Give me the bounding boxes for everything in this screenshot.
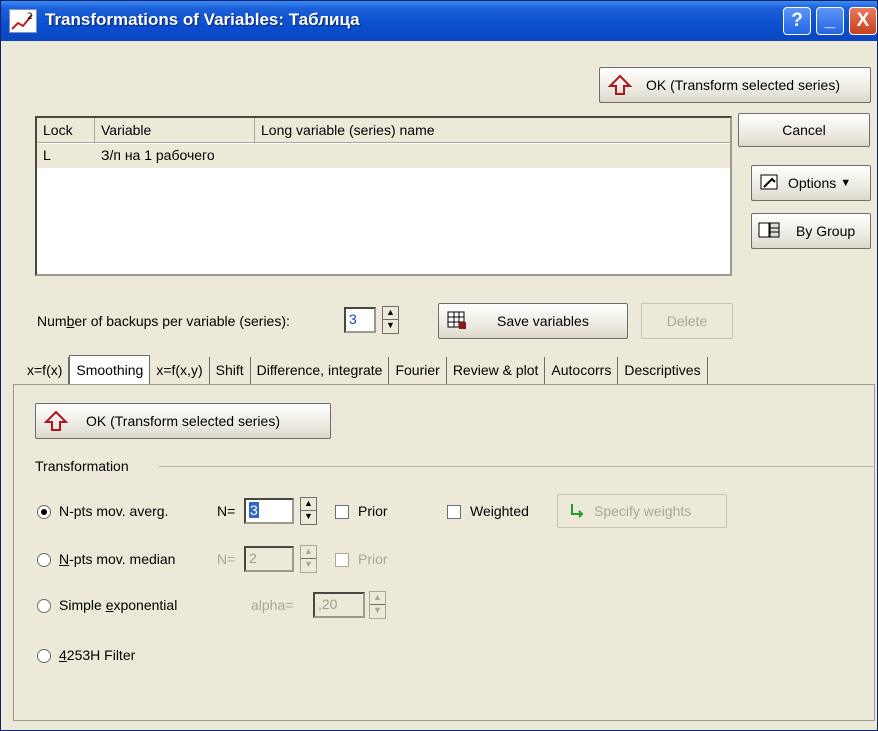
tab-fourier[interactable]: Fourier	[389, 357, 447, 385]
svg-text:2: 2	[27, 12, 33, 22]
spin-up-icon[interactable]: ▲	[301, 498, 316, 511]
list-item[interactable]: L З/п на 1 рабочего	[37, 144, 730, 168]
tab-difference-integrate[interactable]: Difference, integrate	[251, 357, 390, 385]
help-button[interactable]: ?	[783, 7, 811, 35]
radio-npts-median[interactable]	[37, 553, 51, 567]
tab-descriptives[interactable]: Descriptives	[618, 357, 708, 385]
npts-avg-spinner[interactable]: ▲ ▼	[300, 497, 317, 525]
tab-x-fx[interactable]: x=f(x)	[21, 357, 70, 385]
app-chart-icon: 2	[9, 9, 37, 33]
save-variables-label: Save variables	[497, 313, 589, 329]
npts-avg-n-label: N=	[217, 503, 236, 519]
list-item-variable: З/п на 1 рабочего	[101, 147, 215, 163]
npts-median-n-input[interactable]: 2	[244, 546, 294, 572]
prior-checkbox[interactable]	[335, 505, 349, 519]
column-header-long-name[interactable]: Long variable (series) name	[255, 118, 730, 142]
column-header-variable[interactable]: Variable	[95, 118, 255, 142]
options-label: Options	[788, 175, 837, 191]
tab-shift[interactable]: Shift	[210, 357, 251, 385]
cancel-button[interactable]: Cancel	[738, 113, 870, 147]
by-group-button[interactable]: By Group	[751, 213, 871, 249]
npts-avg-label: N-pts mov. averg.	[59, 503, 169, 519]
tab-strip: x=f(x) Smoothing x=f(x,y) Shift Differen…	[21, 355, 708, 385]
filter-4253h-label: 4253H Filter	[59, 647, 136, 663]
weighted-label: Weighted	[470, 503, 529, 519]
backups-label: Number of backups per variable (series):	[37, 313, 290, 329]
tab-autocorrs[interactable]: Autocorrs	[545, 357, 619, 385]
ok-transform-button-top[interactable]: OK (Transform selected series)	[599, 67, 871, 103]
alpha-spinner[interactable]: ▲ ▼	[369, 591, 386, 619]
window-title: Transformations of Variables: Таблица	[45, 10, 360, 29]
delete-button[interactable]: Delete	[641, 303, 733, 339]
house-arrow-icon	[43, 410, 70, 432]
npts-median-n-label: N=	[217, 551, 236, 567]
weights-arrow-icon	[568, 502, 588, 520]
npts-avg-n-input[interactable]: 3	[244, 498, 294, 524]
group-divider	[159, 466, 873, 467]
npts-median-spinner[interactable]: ▲ ▼	[300, 545, 317, 573]
spin-down-icon[interactable]: ▼	[301, 511, 316, 524]
save-variables-button[interactable]: Save variables	[438, 303, 628, 339]
spin-down-icon[interactable]: ▼	[370, 605, 385, 618]
chevron-down-icon: ▼	[840, 177, 852, 189]
alpha-input[interactable]: ,20	[313, 592, 365, 618]
alpha-label: alpha=	[251, 597, 294, 613]
by-group-icon	[758, 221, 782, 241]
npts-median-label: N-pts mov. median	[59, 551, 176, 567]
specify-weights-label: Specify weights	[594, 503, 692, 519]
save-grid-icon	[447, 311, 471, 331]
backups-spinner[interactable]: ▲ ▼	[382, 306, 399, 334]
column-header-lock[interactable]: Lock	[37, 118, 95, 142]
backups-input[interactable]: 3	[344, 307, 376, 333]
house-arrow-icon	[607, 74, 634, 96]
cancel-label: Cancel	[782, 122, 826, 138]
options-button[interactable]: Options ▼	[751, 165, 871, 201]
tab-review-plot[interactable]: Review & plot	[447, 357, 546, 385]
tab-smoothing[interactable]: Smoothing	[69, 355, 151, 385]
title-bar[interactable]: 2 Transformations of Variables: Таблица …	[1, 1, 877, 41]
specify-weights-button[interactable]: Specify weights	[557, 494, 727, 528]
by-group-label: By Group	[796, 223, 856, 239]
spin-up-icon[interactable]: ▲	[383, 307, 398, 320]
options-icon	[760, 173, 784, 193]
close-button[interactable]: X	[849, 7, 877, 35]
spin-up-icon[interactable]: ▲	[370, 592, 385, 605]
simple-exponential-label: Simple exponential	[59, 597, 178, 613]
minimize-button[interactable]: _	[816, 7, 844, 35]
list-header: Lock Variable Long variable (series) nam…	[37, 118, 730, 143]
spin-up-icon[interactable]: ▲	[301, 546, 316, 559]
ok-transform-label: OK (Transform selected series)	[646, 77, 840, 93]
radio-npts-avg[interactable]	[37, 505, 51, 519]
radio-4253h-filter[interactable]	[37, 649, 51, 663]
list-item-lock: L	[43, 147, 51, 163]
transform-dialog: 2 Transformations of Variables: Таблица …	[0, 0, 878, 731]
median-prior-checkbox[interactable]	[335, 553, 349, 567]
ok-transform-panel-label: OK (Transform selected series)	[86, 413, 280, 429]
spin-down-icon[interactable]: ▼	[383, 320, 398, 333]
tab-x-fxy[interactable]: x=f(x,y)	[150, 357, 210, 385]
weighted-checkbox[interactable]	[447, 505, 461, 519]
variable-list[interactable]: Lock Variable Long variable (series) nam…	[35, 116, 732, 276]
transformation-group-label: Transformation	[35, 458, 129, 474]
spin-down-icon[interactable]: ▼	[301, 559, 316, 572]
radio-simple-exponential[interactable]	[37, 599, 51, 613]
prior-label: Prior	[358, 503, 388, 519]
delete-label: Delete	[666, 313, 708, 329]
median-prior-label: Prior	[358, 551, 388, 567]
ok-transform-button-panel[interactable]: OK (Transform selected series)	[35, 403, 331, 439]
